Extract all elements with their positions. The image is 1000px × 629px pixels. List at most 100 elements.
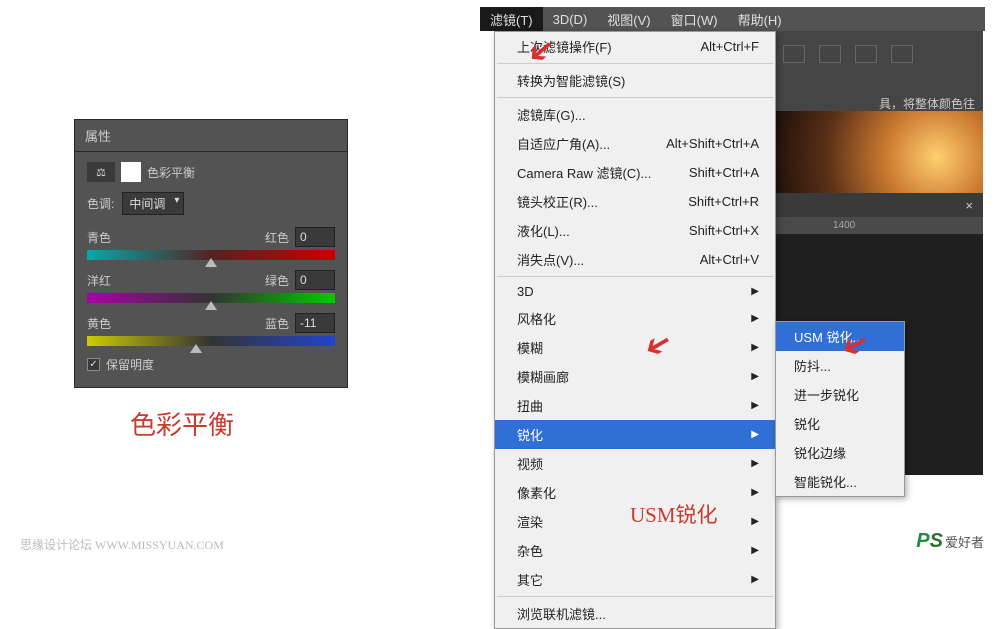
sharpen-submenu: USM 锐化... 防抖... 进一步锐化 锐化 锐化边缘 智能锐化...	[775, 321, 905, 497]
menu-item-label: 风格化	[517, 309, 556, 328]
menu-item-shortcut: Shift+Ctrl+R	[688, 194, 759, 209]
menu-window[interactable]: 窗口(W)	[661, 7, 728, 31]
submenu-arrow-icon: ▶	[751, 429, 759, 440]
ruler: 1400	[773, 217, 983, 235]
menu-item-label: 渲染	[517, 512, 543, 531]
menu-item-sharpen[interactable]: 锐化▶	[495, 420, 775, 449]
document-tab-bar: ×	[773, 193, 983, 217]
menu-view[interactable]: 视图(V)	[597, 7, 660, 31]
slider-thumb[interactable]	[205, 258, 217, 267]
submenu-item-sharpen[interactable]: 锐化	[776, 409, 904, 438]
color-balance-title: 色彩平衡	[147, 164, 195, 181]
menu-item-lens-correction[interactable]: 镜头校正(R)... Shift+Ctrl+R	[495, 187, 775, 216]
tool-icon[interactable]	[819, 45, 841, 63]
menu-item-label: 液化(L)...	[517, 221, 570, 240]
slider-value-input[interactable]: 0	[295, 270, 335, 290]
tone-select[interactable]: 中间调	[122, 192, 184, 215]
submenu-item-usm[interactable]: USM 锐化...	[776, 322, 904, 351]
menu-item-shortcut: Alt+Ctrl+V	[700, 252, 759, 267]
submenu-arrow-icon: ▶	[751, 342, 759, 353]
menu-item-noise[interactable]: 杂色 ▶	[495, 536, 775, 565]
submenu-arrow-icon: ▶	[751, 458, 759, 469]
preserve-luminosity-checkbox[interactable]: ✓	[87, 358, 100, 371]
menu-item-vanishing-point[interactable]: 消失点(V)...Alt+Ctrl+V	[495, 245, 775, 274]
menu-item-label: 视频	[517, 454, 543, 473]
menu-item-shortcut: Shift+Ctrl+X	[689, 223, 759, 238]
slider-value-input[interactable]: -11	[295, 313, 335, 333]
slider-track[interactable]	[87, 293, 335, 303]
menu-item-label: 扭曲	[517, 396, 543, 415]
menu-item-filter-gallery[interactable]: 滤镜库(G)...	[495, 100, 775, 129]
menu-item-last-filter[interactable]: 上次滤镜操作(F) Alt+Ctrl+F	[495, 32, 775, 61]
menu-item-label: 镜头校正(R)...	[517, 192, 598, 211]
menu-item-label: 自适应广角(A)...	[517, 134, 610, 153]
tool-icon[interactable]	[783, 45, 805, 63]
slider-value-input[interactable]: 0	[295, 227, 335, 247]
watermark-right: PS爱好者	[916, 530, 984, 553]
slider-track[interactable]	[87, 336, 335, 346]
preserve-luminosity-label: 保留明度	[106, 356, 154, 373]
menu-item-stylize[interactable]: 风格化 ▶	[495, 304, 775, 333]
menu-separator	[497, 63, 773, 64]
slider-thumb[interactable]	[205, 301, 217, 310]
menu-item-label: 模糊画廊	[517, 367, 569, 386]
submenu-arrow-icon: ▶	[751, 313, 759, 324]
menu-item-video[interactable]: 视频 ▶	[495, 449, 775, 478]
menu-item-browse-online[interactable]: 浏览联机滤镜...	[495, 599, 775, 628]
tool-icon[interactable]	[855, 45, 877, 63]
menu-separator	[497, 97, 773, 98]
ruler-tick: 1400	[833, 220, 855, 231]
tone-label: 色调:	[87, 195, 114, 212]
slider-left-label: 黄色	[87, 315, 111, 332]
menu-item-blur[interactable]: 模糊▶	[495, 333, 775, 362]
submenu-item-shake-reduction[interactable]: 防抖...	[776, 351, 904, 380]
menu-item-blur-gallery[interactable]: 模糊画廊▶	[495, 362, 775, 391]
caption-usm: USM锐化	[630, 499, 718, 529]
menu-item-camera-raw[interactable]: Camera Raw 滤镜(C)...Shift+Ctrl+A	[495, 158, 775, 187]
menu-item-distort[interactable]: 扭曲 ▶	[495, 391, 775, 420]
submenu-arrow-icon: ▶	[751, 516, 759, 527]
menu-item-shortcut: Alt+Ctrl+F	[700, 39, 759, 54]
caption-color-balance: 色彩平衡	[130, 405, 234, 442]
tool-icon[interactable]	[891, 45, 913, 63]
slider-right-label: 红色	[265, 229, 289, 246]
mask-icon[interactable]	[121, 162, 141, 182]
menu-item-other[interactable]: 其它 ▶	[495, 565, 775, 594]
slider-track[interactable]	[87, 250, 335, 260]
menu-item-label: Camera Raw 滤镜(C)...	[517, 163, 651, 182]
menu-item-label: 其它	[517, 570, 543, 589]
filter-dropdown-menu: 上次滤镜操作(F) Alt+Ctrl+F 转换为智能滤镜(S) 滤镜库(G)..…	[494, 31, 776, 629]
truncated-hint-text: 具，将整体颜色往	[879, 95, 975, 112]
menu-filter[interactable]: 滤镜(T)	[480, 7, 543, 31]
submenu-item-smart-sharpen[interactable]: 智能锐化...	[776, 467, 904, 496]
slider-right-label: 蓝色	[265, 315, 289, 332]
menu-item-label: 滤镜库(G)...	[517, 105, 586, 124]
menu-help[interactable]: 帮助(H)	[728, 7, 792, 31]
slider-thumb[interactable]	[190, 344, 202, 353]
submenu-arrow-icon: ▶	[751, 400, 759, 411]
submenu-arrow-icon: ▶	[751, 545, 759, 556]
menu-item-3d[interactable]: 3D ▶	[495, 279, 775, 304]
submenu-item-sharpen-more[interactable]: 进一步锐化	[776, 380, 904, 409]
slider-right-label: 绿色	[265, 272, 289, 289]
menu-3d[interactable]: 3D(D)	[543, 7, 598, 31]
menu-item-label: 3D	[517, 284, 534, 299]
submenu-arrow-icon: ▶	[751, 574, 759, 585]
menu-item-convert-smart[interactable]: 转换为智能滤镜(S)	[495, 66, 775, 95]
document-thumbnail	[773, 111, 983, 195]
menu-item-label: 像素化	[517, 483, 556, 502]
properties-tab[interactable]: 属性	[75, 120, 347, 152]
slider-magenta-green: 洋红 绿色 0	[87, 270, 335, 303]
menu-item-label: 杂色	[517, 541, 543, 560]
close-tab-icon[interactable]: ×	[965, 198, 973, 213]
menu-item-adaptive-wide[interactable]: 自适应广角(A)... Alt+Shift+Ctrl+A	[495, 129, 775, 158]
menu-item-shortcut: Alt+Shift+Ctrl+A	[666, 136, 759, 151]
menu-item-label: 上次滤镜操作(F)	[517, 37, 612, 56]
menu-separator	[497, 276, 773, 277]
menu-item-liquify[interactable]: 液化(L)... Shift+Ctrl+X	[495, 216, 775, 245]
balance-icon: ⚖	[87, 162, 115, 182]
submenu-arrow-icon: ▶	[751, 286, 759, 297]
logo-p: P	[916, 530, 929, 552]
photoshop-window: 滤镜(T) 3D(D) 视图(V) 窗口(W) 帮助(H) 具，将整体颜色往 ×…	[480, 7, 985, 31]
submenu-item-sharpen-edges[interactable]: 锐化边缘	[776, 438, 904, 467]
